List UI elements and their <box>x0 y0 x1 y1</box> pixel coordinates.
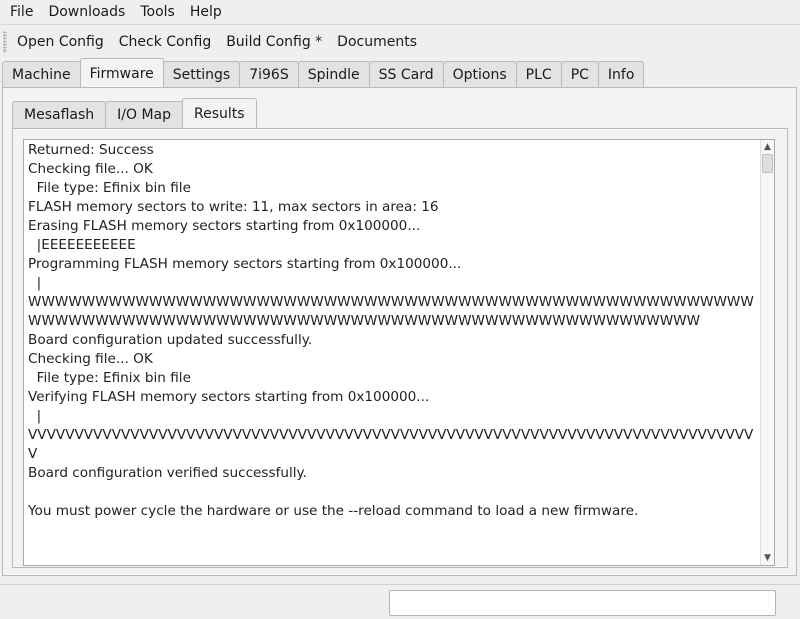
subtab-mesaflash[interactable]: Mesaflash <box>12 101 107 128</box>
firmware-tab-panel: Mesaflash I/O Map Results Returned: Succ… <box>2 87 797 576</box>
menu-downloads[interactable]: Downloads <box>43 0 130 24</box>
status-bar-divider <box>0 584 800 585</box>
tab-7i96s[interactable]: 7i96S <box>239 61 299 88</box>
scroll-down-arrow-icon[interactable]: ▼ <box>761 551 774 565</box>
tab-plc[interactable]: PLC <box>515 61 562 88</box>
tab-pc[interactable]: PC <box>560 61 599 88</box>
menu-file[interactable]: File <box>5 0 38 24</box>
check-config-button[interactable]: Check Config <box>113 27 217 57</box>
results-subtab-panel: Returned: Success Checking file... OK Fi… <box>12 128 788 568</box>
tab-spindle[interactable]: Spindle <box>297 61 370 88</box>
tab-settings[interactable]: Settings <box>162 61 241 88</box>
subtab-results[interactable]: Results <box>182 98 257 128</box>
scroll-up-arrow-icon[interactable]: ▲ <box>761 140 774 154</box>
menu-tools[interactable]: Tools <box>135 0 180 24</box>
firmware-subtab-bar: Mesaflash I/O Map Results <box>12 98 257 128</box>
documents-button[interactable]: Documents <box>331 27 423 57</box>
tab-options[interactable]: Options <box>442 61 517 88</box>
status-input[interactable] <box>389 590 776 616</box>
tab-firmware[interactable]: Firmware <box>79 58 164 87</box>
tab-info[interactable]: Info <box>597 61 645 88</box>
results-output: Returned: Success Checking file... OK Fi… <box>28 142 754 519</box>
toolbar-grip-handle[interactable] <box>3 31 7 53</box>
main-tab-bar: Machine Firmware Settings 7i96S Spindle … <box>2 58 645 88</box>
build-config-button[interactable]: Build Config * <box>220 27 328 57</box>
results-text-area[interactable]: Returned: Success Checking file... OK Fi… <box>23 139 775 566</box>
tab-machine[interactable]: Machine <box>2 61 81 88</box>
open-config-button[interactable]: Open Config <box>11 27 110 57</box>
toolbar: Open Config Check Config Build Config * … <box>0 24 800 59</box>
subtab-io-map[interactable]: I/O Map <box>105 101 184 128</box>
tab-ss-card[interactable]: SS Card <box>368 61 444 88</box>
scroll-thumb[interactable] <box>762 154 773 173</box>
menu-help[interactable]: Help <box>185 0 227 24</box>
results-scrollbar[interactable]: ▲ ▼ <box>760 140 774 565</box>
menu-bar: File Downloads Tools Help <box>0 0 800 24</box>
